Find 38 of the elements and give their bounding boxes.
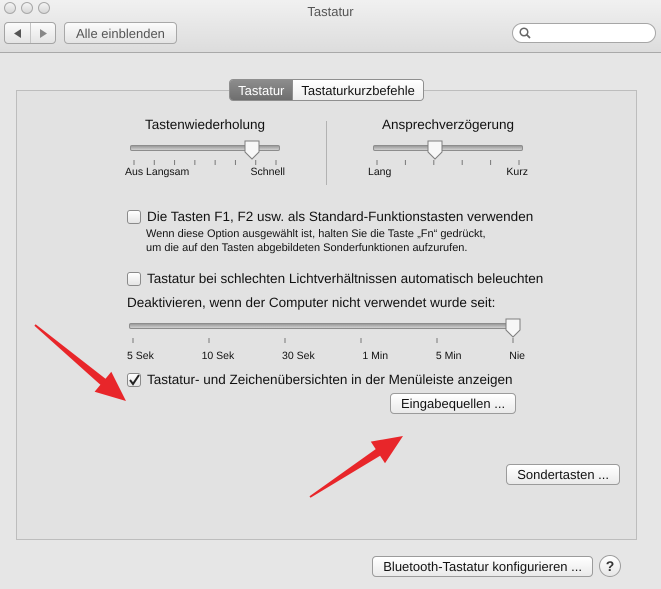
slider-label: 10 Sek	[202, 350, 234, 362]
show-all-button[interactable]: Alle einblenden	[64, 22, 177, 44]
slider-label: Schnell	[250, 166, 285, 178]
checkbox-label: Tastatur- und Zeichenübersichten in der Menüleiste anzeigen	[147, 372, 512, 387]
slider-label: Aus Langsam	[125, 166, 190, 178]
slider-label: 30 Sek	[282, 350, 315, 362]
checkbox[interactable]	[127, 210, 141, 224]
checkbox-label: Die Tasten F1, F2 usw. als Standard-Funktionstasten verwenden	[147, 209, 534, 224]
zoom-button[interactable]	[38, 2, 50, 14]
right-triangle-icon	[39, 28, 47, 38]
slider-label: 5 Min	[436, 350, 462, 362]
slider-title: Deaktivieren, wenn der Computer nicht verwendet wurde seit:	[127, 295, 496, 310]
checkbox[interactable]	[127, 272, 141, 286]
option-description: Wenn diese Option ausgewählt ist, halten Sie die Taste „Fn“ gedrückt, um die auf den Tasten abgebildeten Sonderfunktionen aufzurufen.	[146, 227, 487, 255]
bluetooth-keyboard-button[interactable]: Bluetooth-Tastatur konfigurieren ...	[372, 556, 593, 576]
slider-label: 5 Sek	[127, 350, 154, 362]
minimize-button[interactable]	[21, 2, 33, 14]
window-title: Tastatur	[307, 2, 354, 18]
search-icon	[519, 27, 531, 39]
help-button[interactable]: ?	[599, 555, 621, 577]
slider-thumb[interactable]	[504, 318, 522, 338]
slider-label: Lang	[368, 166, 392, 178]
tab[interactable]: Tastaturkurzbefehle	[292, 80, 423, 100]
slider-thumb[interactable]	[426, 140, 444, 160]
search-field[interactable]	[512, 23, 656, 43]
slider-thumb[interactable]	[242, 140, 261, 160]
left-triangle-icon	[14, 28, 22, 38]
slider-label: 1 Min	[362, 350, 388, 362]
checkbox-label: Tastatur bei schlechten Lichtverhältnissen automatisch beleuchten	[147, 271, 544, 286]
tab[interactable]: Tastatur	[230, 80, 292, 100]
slider-label: Kurz	[506, 166, 528, 178]
input-sources-button[interactable]: Eingabequellen ...	[390, 393, 516, 414]
slider-label: Nie	[509, 350, 525, 362]
slider-title: Ansprechverzögerung	[382, 117, 514, 132]
slider-title: Tastenwiederholung	[144, 117, 266, 132]
checkbox[interactable]	[127, 372, 141, 386]
close-button[interactable]	[4, 2, 16, 14]
modifier-keys-button[interactable]: Sondertasten ...	[506, 464, 620, 485]
